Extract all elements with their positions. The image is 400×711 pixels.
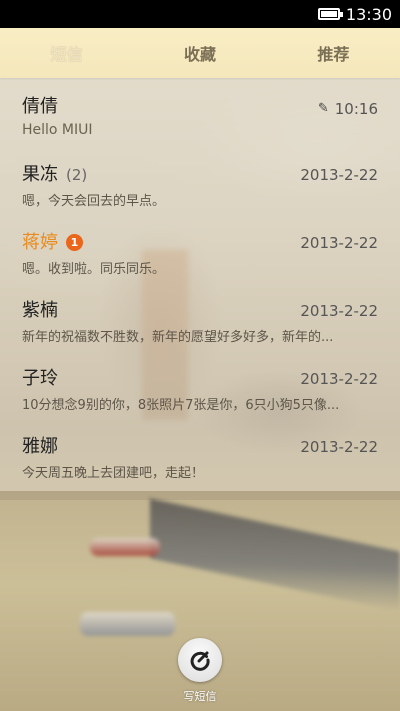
contact-name: 子玲 bbox=[22, 368, 58, 389]
message-thread[interactable]: 紫楠 2013-2-22 新年的祝福数不胜数，新年的愿望好多好多，新年的... bbox=[0, 282, 400, 350]
compose-label: 写短信 bbox=[183, 690, 217, 703]
message-preview: 10分想念9别的你，8张照片7张是你，6只小狗5只像... bbox=[22, 398, 340, 413]
message-thread[interactable]: 蒋婷 1 2013-2-22 嗯。收到啦。同乐同乐。 bbox=[0, 214, 400, 282]
message-time: 10:16 bbox=[334, 99, 378, 118]
message-thread[interactable]: 雅娜 2013-2-22 今天周五晚上去团建吧，走起！ bbox=[0, 418, 400, 486]
message-preview: 新年的祝福数不胜数，新年的愿望好多好多，新年的... bbox=[22, 330, 334, 345]
message-time: 2013-2-22 bbox=[300, 370, 378, 388]
message-preview: Hello MIUI bbox=[22, 122, 93, 138]
message-thread[interactable]: 果冻 (2) 2013-2-22 嗯，今天会回去的早点。 bbox=[0, 146, 400, 214]
tab-favorites[interactable]: 收藏 bbox=[133, 41, 266, 65]
tab-bar: 短信 收藏 推荐 bbox=[0, 28, 400, 78]
message-preview: 嗯，今天会回去的早点。 bbox=[22, 194, 166, 209]
contact-name: 果冻 bbox=[22, 164, 58, 185]
contact-name: 倩倩 bbox=[22, 96, 58, 117]
tab-recommend[interactable]: 推荐 bbox=[267, 41, 400, 65]
message-time: 2013-2-22 bbox=[300, 234, 378, 252]
message-thread[interactable]: 子玲 2013-2-22 10分想念9别的你，8张照片7张是你，6只小狗5只像.… bbox=[0, 350, 400, 418]
battery-icon bbox=[317, 8, 343, 20]
message-time: 2013-2-22 bbox=[300, 438, 378, 456]
wallpaper-boat bbox=[80, 612, 175, 636]
status-time: 13:30 bbox=[345, 4, 392, 24]
message-preview: 今天周五晚上去团建吧，走起！ bbox=[22, 466, 205, 481]
message-count: (2) bbox=[66, 166, 88, 184]
contact-name: 蒋婷 bbox=[22, 232, 58, 253]
draft-pencil-icon: ✎ bbox=[317, 101, 329, 116]
message-thread[interactable]: 倩倩 ✎ 10:16 Hello MIUI bbox=[0, 78, 400, 146]
message-time: 2013-2-22 bbox=[300, 302, 378, 320]
tab-sms[interactable]: 短信 bbox=[0, 41, 133, 65]
contact-name: 雅娜 bbox=[22, 436, 58, 457]
message-list: 倩倩 ✎ 10:16 Hello MIUI 果冻 (2) 2013-2-22 嗯，今… bbox=[0, 78, 400, 486]
unread-badge: 1 bbox=[66, 234, 83, 251]
compose-icon bbox=[190, 651, 210, 671]
contact-name: 紫楠 bbox=[22, 300, 58, 321]
status-bar: 13:30 bbox=[0, 0, 400, 28]
message-preview: 嗯。收到啦。同乐同乐。 bbox=[22, 262, 166, 277]
wallpaper-boat bbox=[90, 538, 160, 556]
message-time: 2013-2-22 bbox=[300, 166, 378, 184]
compose-button[interactable] bbox=[178, 638, 222, 682]
